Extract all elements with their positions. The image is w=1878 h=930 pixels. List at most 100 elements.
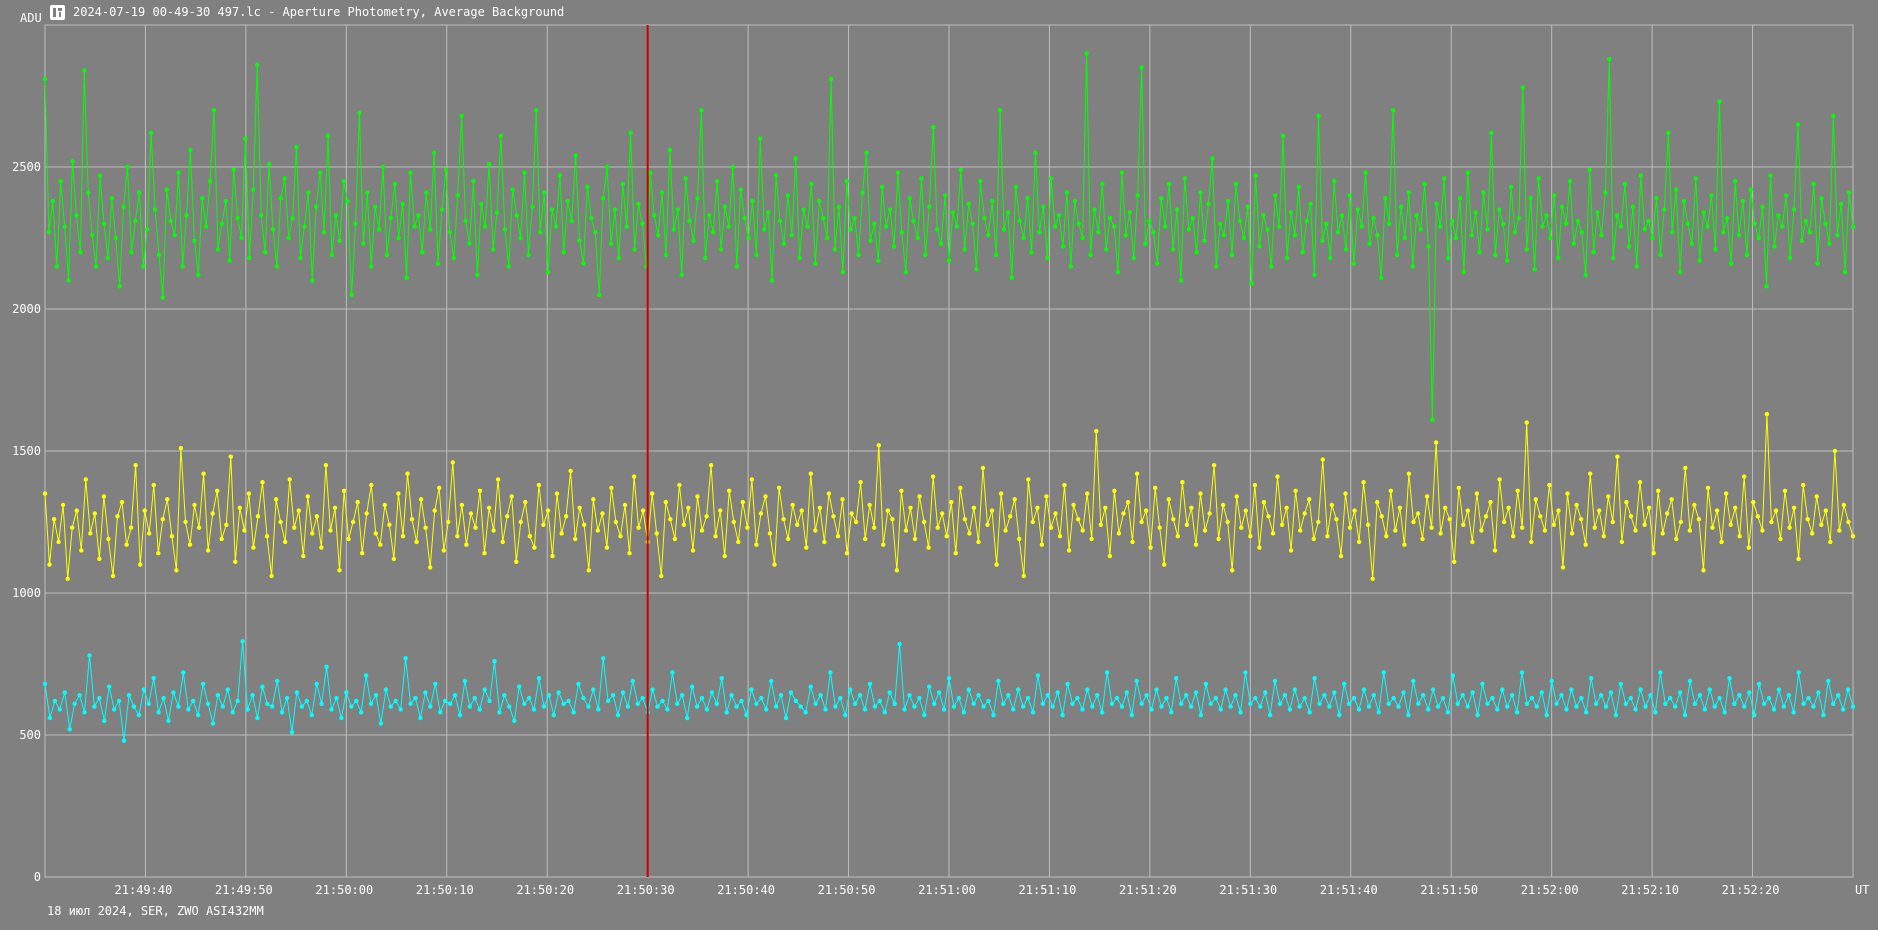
data-point [247, 255, 252, 261]
data-point [1343, 247, 1349, 252]
data-point [1584, 710, 1589, 715]
data-point [813, 261, 818, 266]
data-point [1316, 113, 1321, 119]
data-point [1270, 531, 1276, 536]
data-point [131, 704, 137, 709]
data-point [255, 514, 261, 519]
data-point [951, 704, 957, 709]
data-point [1697, 693, 1703, 698]
data-point [1317, 701, 1322, 706]
data-point [1125, 499, 1131, 505]
data-point [365, 190, 370, 195]
data-point [1379, 514, 1384, 519]
data-point [1475, 712, 1480, 718]
data-point [105, 255, 111, 261]
data-point [129, 250, 134, 255]
data-point [46, 230, 52, 235]
data-point [708, 463, 714, 468]
data-point [242, 528, 247, 533]
data-point [1638, 687, 1643, 692]
data-point [883, 224, 889, 229]
data-point [1296, 184, 1302, 190]
data-point [1835, 233, 1840, 238]
data-point [1791, 505, 1797, 510]
data-point [350, 519, 356, 525]
data-point [600, 511, 605, 516]
data-point [1719, 539, 1724, 545]
data-point [1045, 255, 1050, 261]
data-point [1752, 712, 1757, 718]
data-point [881, 542, 886, 547]
data-point [1760, 528, 1765, 533]
data-point [722, 553, 727, 559]
data-point [1717, 695, 1722, 701]
data-point [67, 727, 72, 732]
data-point [259, 213, 264, 218]
data-point [876, 443, 881, 448]
photometry-chart[interactable]: 05001000150020002500 21:49:40 21:49:50 21:… [0, 0, 1878, 930]
data-point [1300, 250, 1305, 255]
data-point [1223, 687, 1228, 692]
data-point [1524, 420, 1529, 425]
data-point [1193, 542, 1199, 547]
data-point [265, 701, 270, 706]
data-point [1398, 204, 1404, 209]
data-point [1334, 517, 1339, 522]
data-point [776, 485, 782, 491]
data-point [754, 252, 759, 258]
data-point [1515, 488, 1520, 493]
data-point [1328, 255, 1333, 261]
data-point [482, 687, 487, 692]
data-point [404, 275, 409, 280]
data-point [704, 514, 709, 519]
data-point [1705, 224, 1710, 229]
data-point [1544, 213, 1549, 218]
data-point [87, 653, 92, 658]
data-point [1840, 707, 1846, 712]
data-point [319, 545, 324, 550]
data-point [486, 162, 492, 167]
data-point [681, 522, 687, 527]
data-point [319, 701, 324, 706]
data-point [703, 255, 708, 261]
data-point [1606, 494, 1611, 499]
data-point [880, 184, 885, 190]
data-point [57, 707, 62, 712]
data-point [1261, 499, 1267, 505]
data-point [817, 198, 822, 204]
data-point [451, 255, 456, 261]
data-point [1595, 210, 1600, 215]
data-point [754, 701, 759, 706]
data-point [1139, 701, 1144, 706]
data-point [305, 494, 310, 499]
data-point [345, 198, 350, 204]
data-point [349, 292, 354, 297]
data-point [1107, 215, 1113, 221]
data-point [314, 204, 319, 209]
data-point [1591, 250, 1596, 255]
data-point [1426, 244, 1431, 249]
data-point [1583, 542, 1588, 547]
data-point [270, 704, 275, 709]
data-point [420, 250, 425, 255]
data-point [1356, 539, 1362, 545]
data-point [286, 235, 291, 241]
data-point [699, 695, 705, 701]
data-point [1811, 704, 1816, 709]
data-point [714, 701, 719, 706]
data-point [1623, 701, 1629, 706]
x-tick-label: 21:50:00 [315, 883, 373, 897]
data-point [428, 704, 433, 709]
data-point [1216, 536, 1221, 542]
data-point [1769, 519, 1774, 525]
data-point [77, 693, 82, 698]
data-point [1233, 693, 1238, 698]
data-point [954, 224, 960, 229]
data-point [1062, 482, 1067, 488]
data-point [1678, 519, 1684, 525]
data-point [917, 494, 922, 499]
data-point [459, 502, 465, 508]
data-point [1099, 710, 1105, 715]
data-point [749, 477, 755, 482]
data-point [1826, 678, 1831, 684]
